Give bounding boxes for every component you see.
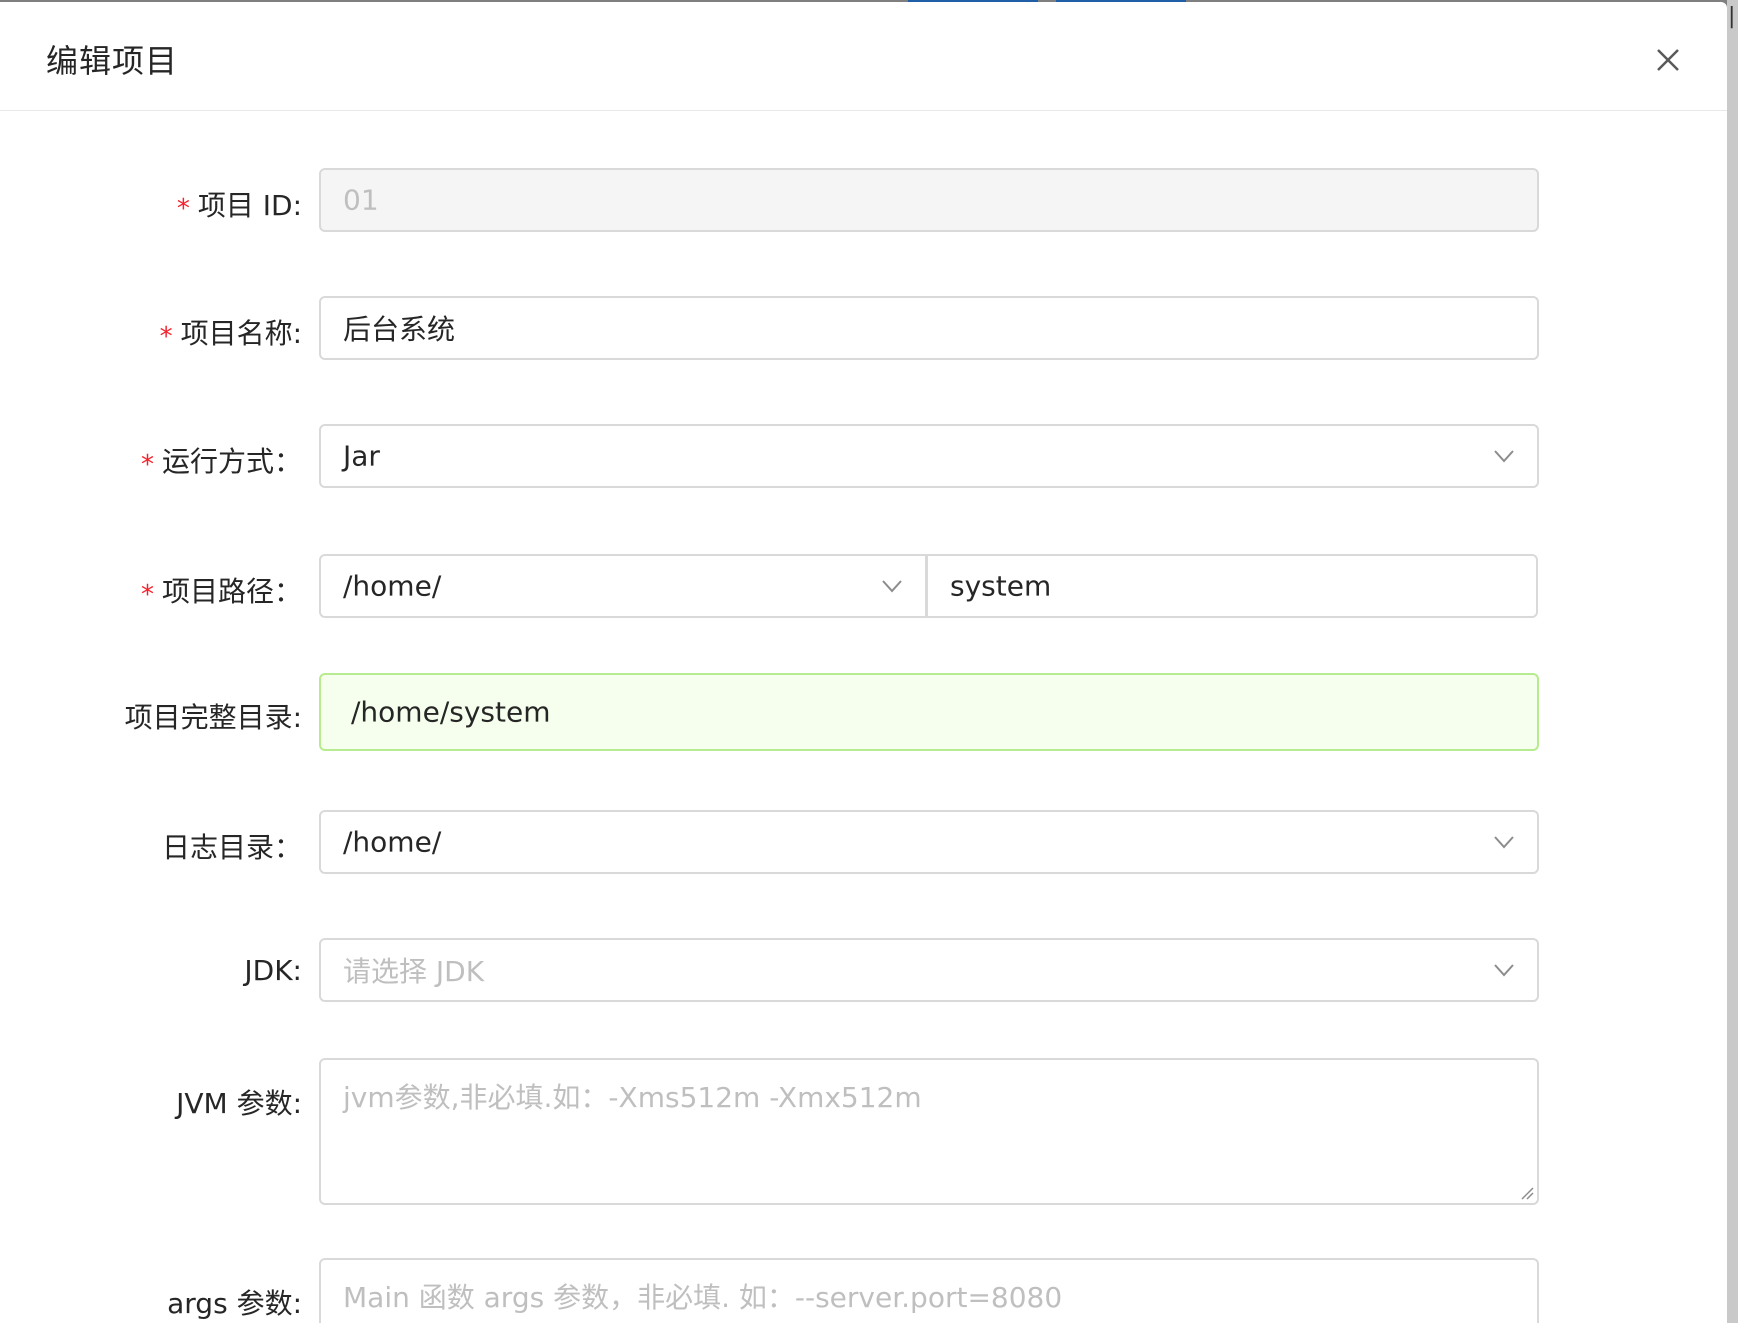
main-args-label: args 参数: [167, 1287, 302, 1320]
project-name-input[interactable]: 后台系统 [319, 296, 1539, 360]
form-row-run-mode: * 运行方式： Jar [0, 424, 1727, 488]
edit-project-modal: 编辑项目 *项目 ID: 01 *项目名称: 后台系统 *运行方式： Ja [0, 2, 1727, 1323]
main-args-placeholder: Main 函数 args 参数，非必填. 如：--server.port=808… [343, 1281, 1063, 1314]
form-row-project-path: * 项目路径： /home/ system [0, 554, 1727, 618]
form-row-log-dir: 日志目录： /home/ [0, 810, 1727, 874]
form-row-jvm-args: JVM 参数: jvm参数,非必填.如：-Xms512m -Xmx512m [0, 1058, 1727, 1205]
chevron-down-icon[interactable] [1493, 449, 1515, 463]
modal-header: 编辑项目 [0, 2, 1727, 111]
project-id-value: 01 [343, 183, 379, 217]
required-marker: * [140, 450, 154, 480]
project-path-dir-value: /home/ [343, 569, 442, 603]
required-marker: * [140, 580, 154, 610]
main-args-textarea[interactable]: Main 函数 args 参数，非必填. 如：--server.port=808… [319, 1258, 1539, 1323]
required-marker: * [176, 194, 190, 224]
jvm-args-textarea[interactable]: jvm参数,非必填.如：-Xms512m -Xmx512m [319, 1058, 1539, 1205]
form-row-project-id: * 项目 ID: 01 [0, 168, 1727, 232]
log-dir-value: /home/ [343, 825, 442, 859]
project-name-label: * 项目名称: [159, 317, 302, 352]
project-path-dir-select[interactable]: /home/ [319, 554, 927, 618]
jvm-args-placeholder: jvm参数,非必填.如：-Xms512m -Xmx512m [343, 1081, 922, 1114]
jdk-placeholder: 请选择 JDK [343, 955, 485, 988]
form-row-project-name: * 项目名称: 后台系统 [0, 296, 1727, 360]
close-icon[interactable] [1646, 38, 1690, 82]
run-mode-label: * 运行方式： [140, 445, 302, 480]
full-dir-display: /home/system [319, 673, 1539, 751]
project-id-input[interactable]: 01 [319, 168, 1539, 232]
resize-grip-icon[interactable] [1518, 1184, 1534, 1200]
full-dir-label: 项目完整目录: [124, 701, 302, 734]
jdk-label: JDK: [244, 954, 302, 987]
project-name-value: 后台系统 [343, 313, 456, 346]
jvm-args-label: JVM 参数: [176, 1087, 302, 1120]
run-mode-select[interactable]: Jar [319, 424, 1539, 488]
log-dir-select[interactable]: /home/ [319, 810, 1539, 874]
log-dir-label: 日志目录： [161, 831, 302, 864]
full-dir-value: /home/system [351, 695, 551, 729]
background-glyph: | [1728, 4, 1736, 29]
required-marker: * [159, 322, 173, 352]
project-id-label: * 项目 ID: [176, 189, 302, 224]
modal-title: 编辑项目 [46, 42, 179, 80]
chevron-down-icon[interactable] [1493, 835, 1515, 849]
chevron-down-icon[interactable] [1493, 963, 1515, 977]
chevron-down-icon[interactable] [881, 579, 903, 593]
form-row-jdk: JDK: 请选择 JDK [0, 938, 1727, 1002]
background-scroll-area [1727, 0, 1738, 1323]
project-path-sub-value: system [950, 569, 1052, 603]
project-path-sub-input[interactable]: system [926, 554, 1538, 618]
form-row-main-args: args 参数: Main 函数 args 参数，非必填. 如：--server… [0, 1258, 1727, 1323]
jdk-select[interactable]: 请选择 JDK [319, 938, 1539, 1002]
run-mode-value: Jar [343, 439, 380, 473]
form-row-full-dir: 项目完整目录: /home/system [0, 673, 1727, 751]
project-path-label: * 项目路径： [140, 575, 302, 610]
close-button[interactable] [1646, 38, 1690, 82]
